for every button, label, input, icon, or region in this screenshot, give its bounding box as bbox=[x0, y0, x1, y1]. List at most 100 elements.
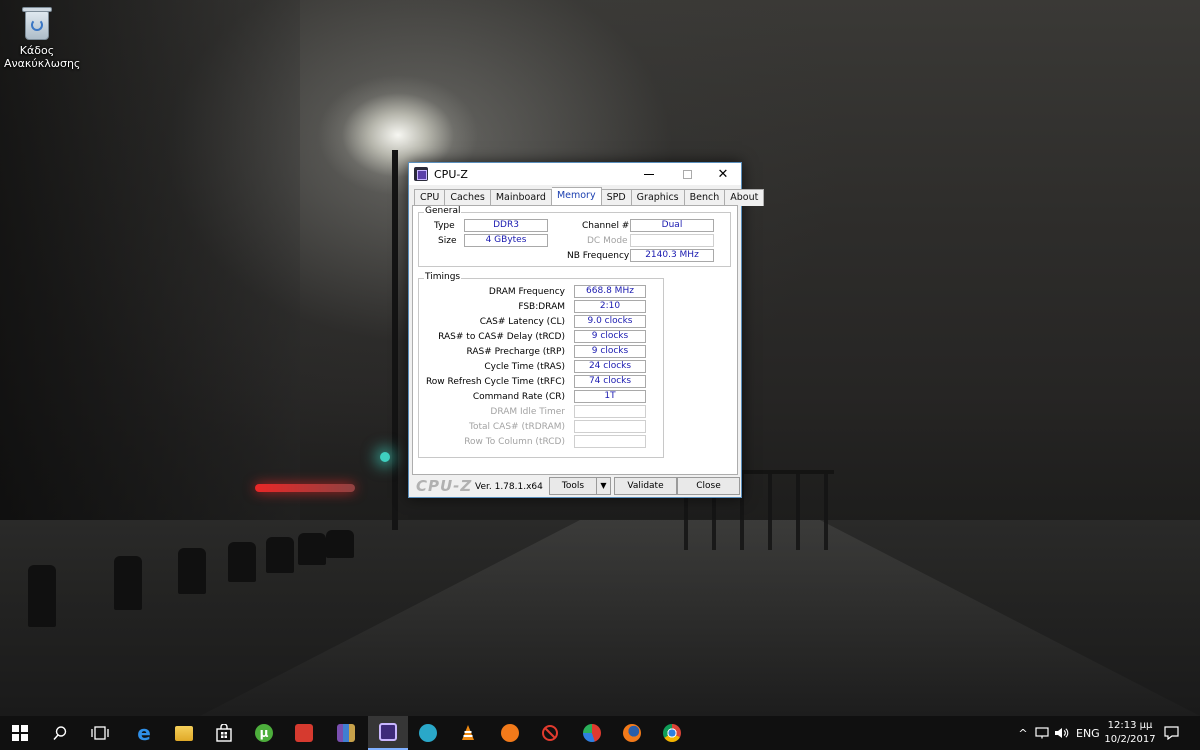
timing-label: RAS# Precharge (tRP) bbox=[466, 347, 565, 357]
chevron-up-icon: ^ bbox=[1018, 726, 1028, 740]
wallpaper-bollard bbox=[266, 537, 294, 573]
tab-about[interactable]: About bbox=[725, 189, 765, 206]
close-window-button[interactable]: ✕ bbox=[703, 163, 743, 185]
clock-date: 10/2/2017 bbox=[1104, 734, 1156, 745]
timing-value: 74 clocks bbox=[574, 375, 646, 388]
winrar-icon bbox=[337, 724, 355, 742]
taskbar-edge[interactable]: e bbox=[124, 716, 164, 750]
task-view-button[interactable] bbox=[80, 716, 120, 750]
timing-value: 9.0 clocks bbox=[574, 315, 646, 328]
clock[interactable]: 12:13 μμ 10/2/2017 bbox=[1098, 719, 1162, 747]
timing-value bbox=[574, 435, 646, 448]
timing-value: 1T bbox=[574, 390, 646, 403]
timing-value bbox=[574, 405, 646, 418]
tab-mainboard[interactable]: Mainboard bbox=[490, 189, 552, 206]
taskbar-store[interactable] bbox=[204, 716, 244, 750]
taskbar-firefox[interactable] bbox=[612, 716, 652, 750]
minimize-button[interactable] bbox=[629, 163, 669, 185]
wallpaper-tail-light bbox=[255, 484, 355, 492]
timing-label: Cycle Time (tRAS) bbox=[484, 362, 565, 372]
search-button[interactable] bbox=[40, 716, 80, 750]
folder-icon bbox=[175, 725, 193, 741]
start-button[interactable] bbox=[0, 716, 40, 750]
wallpaper-building bbox=[0, 0, 300, 560]
bottom-bar: CPU-Z Ver. 1.78.1.x64 Tools ▼ Validate C… bbox=[409, 477, 741, 497]
channel-label: Channel # bbox=[582, 221, 630, 231]
dc-mode-value bbox=[630, 234, 714, 247]
tab-memory[interactable]: Memory bbox=[551, 187, 602, 206]
minimize-icon bbox=[644, 173, 654, 175]
window-title: CPU-Z bbox=[434, 167, 468, 181]
close-icon: ✕ bbox=[717, 166, 729, 182]
taskbar-cam-app[interactable] bbox=[408, 716, 448, 750]
clock-time: 12:13 μμ bbox=[1107, 720, 1153, 731]
wallpaper-lamp-post bbox=[392, 150, 398, 530]
language-indicator[interactable]: ENG bbox=[1076, 716, 1100, 750]
recycle-bin-icon bbox=[22, 6, 52, 40]
tools-dropdown-button[interactable]: ▼ bbox=[596, 477, 611, 495]
taskbar-vlc[interactable] bbox=[448, 716, 488, 750]
taskbar-chrome[interactable] bbox=[652, 716, 692, 750]
taskbar-no-entry-app[interactable] bbox=[530, 716, 570, 750]
desktop-icon-recycle-bin[interactable]: Κάδος Ανακύκλωσης bbox=[4, 4, 80, 70]
tab-strip: CPU Caches Mainboard Memory SPD Graphics… bbox=[414, 187, 765, 206]
timing-label: CAS# Latency (CL) bbox=[479, 317, 565, 327]
tab-caches[interactable]: Caches bbox=[445, 189, 491, 206]
version-label: Ver. 1.78.1.x64 bbox=[475, 482, 543, 492]
cpuz-app-icon bbox=[414, 167, 428, 181]
wallpaper-bollard bbox=[178, 548, 206, 594]
tools-button[interactable]: Tools bbox=[549, 477, 597, 495]
timing-label: Row To Column (tRCD) bbox=[464, 437, 565, 447]
memory-panel: General Type DDR3 Size 4 GBytes Channel … bbox=[412, 205, 738, 475]
timing-label: Row Refresh Cycle Time (tRFC) bbox=[425, 377, 565, 387]
search-icon bbox=[53, 726, 67, 740]
timing-value: 9 clocks bbox=[574, 330, 646, 343]
tab-cpu[interactable]: CPU bbox=[414, 189, 446, 206]
notification-icon bbox=[1164, 726, 1179, 740]
windows-logo-icon bbox=[12, 725, 28, 741]
task-view-icon bbox=[91, 726, 109, 740]
tab-graphics[interactable]: Graphics bbox=[631, 189, 685, 206]
ccleaner-icon bbox=[583, 724, 601, 742]
title-bar[interactable]: CPU-Z ✕ bbox=[409, 163, 741, 185]
news-app-icon bbox=[295, 724, 313, 742]
camera-app-icon bbox=[419, 724, 437, 742]
timings-group: Timings DRAM Frequency 668.8 MHz FSB:DRA… bbox=[418, 272, 664, 458]
timings-group-title: Timings bbox=[424, 272, 462, 282]
cpuz-window: CPU-Z ✕ CPU Caches Mainboard Memory SPD … bbox=[408, 162, 765, 498]
timing-label: Total CAS# (tRDRAM) bbox=[469, 422, 565, 432]
cpuz-icon bbox=[379, 723, 397, 741]
dc-mode-label: DC Mode bbox=[587, 236, 628, 246]
taskbar-winrar[interactable] bbox=[326, 716, 366, 750]
wallpaper-bollard bbox=[298, 533, 326, 565]
volume-button[interactable] bbox=[1054, 716, 1070, 750]
taskbar-file-explorer[interactable] bbox=[164, 716, 204, 750]
general-group: General Type DDR3 Size 4 GBytes Channel … bbox=[418, 206, 731, 267]
nb-frequency-label: NB Frequency bbox=[567, 251, 630, 261]
show-hidden-icons-button[interactable]: ^ bbox=[1015, 716, 1031, 750]
timing-label: FSB:DRAM bbox=[518, 302, 565, 312]
tab-bench[interactable]: Bench bbox=[684, 189, 726, 206]
taskbar-news-app[interactable] bbox=[284, 716, 324, 750]
maximize-button[interactable] bbox=[667, 163, 707, 185]
utorrent-icon: µ bbox=[255, 724, 273, 742]
taskbar-ccleaner[interactable] bbox=[572, 716, 612, 750]
general-group-title: General bbox=[424, 206, 462, 216]
taskbar: e µ ^ ENG 12:13 μμ 10/2/2017 bbox=[0, 716, 1200, 750]
action-center-button[interactable] bbox=[1164, 716, 1182, 750]
tab-spd[interactable]: SPD bbox=[601, 189, 632, 206]
taskbar-utorrent[interactable]: µ bbox=[244, 716, 284, 750]
timing-label: RAS# to CAS# Delay (tRCD) bbox=[438, 332, 565, 342]
timing-label: Command Rate (CR) bbox=[472, 392, 565, 402]
close-button[interactable]: Close bbox=[677, 477, 740, 495]
type-value: DDR3 bbox=[464, 219, 548, 232]
taskbar-cpu-z[interactable] bbox=[368, 716, 408, 750]
timing-value: 24 clocks bbox=[574, 360, 646, 373]
cpuz-brand-logo: CPU-Z bbox=[416, 477, 473, 495]
chevron-down-icon: ▼ bbox=[600, 481, 607, 490]
chrome-icon bbox=[663, 724, 681, 742]
vlc-cone-icon bbox=[462, 725, 474, 740]
taskbar-avast[interactable] bbox=[490, 716, 530, 750]
network-button[interactable] bbox=[1035, 716, 1051, 750]
validate-button[interactable]: Validate bbox=[614, 477, 677, 495]
